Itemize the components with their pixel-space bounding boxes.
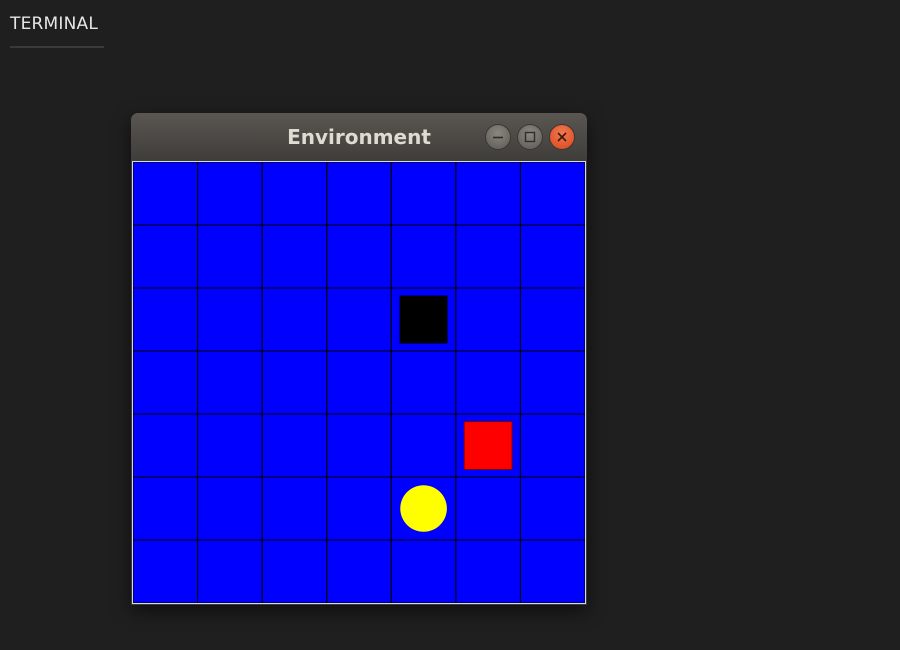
close-icon (557, 132, 567, 142)
environment-window: Environment (131, 113, 587, 605)
window-titlebar[interactable]: Environment (131, 113, 587, 161)
maximize-icon (524, 131, 536, 143)
agent-marker (400, 485, 447, 532)
grid-board (133, 162, 585, 603)
grid-background (133, 162, 585, 603)
minimize-button[interactable] (485, 124, 511, 150)
goal-marker (463, 421, 513, 470)
minimize-icon (493, 136, 503, 139)
environment-canvas (132, 161, 586, 604)
obstacle-marker (399, 295, 448, 344)
terminal-tab[interactable]: TERMINAL (10, 14, 104, 48)
maximize-button[interactable] (517, 124, 543, 150)
close-button[interactable] (549, 124, 575, 150)
